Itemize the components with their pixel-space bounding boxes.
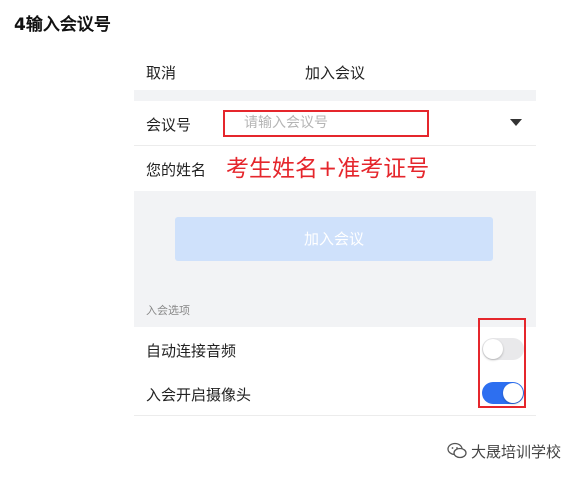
auto-audio-row: 自动连接音频: [134, 327, 536, 372]
auto-audio-toggle[interactable]: [482, 338, 524, 360]
name-label: 您的姓名: [146, 161, 207, 179]
join-meeting-button[interactable]: 加入会议: [175, 217, 493, 261]
nav-bar: 取消 加入会议: [134, 50, 536, 90]
toggle-knob: [483, 339, 503, 359]
join-meeting-panel: 取消 加入会议 会议号 您的姓名 考生姓名+准考证号 加入会议 入会选项 自动连…: [134, 50, 536, 416]
nav-title: 加入会议: [304, 64, 365, 82]
auto-audio-label: 自动连接音频: [146, 342, 237, 360]
camera-label: 入会开启摄像头: [146, 386, 252, 404]
options-section-title: 入会选项: [146, 304, 190, 317]
section-divider: [134, 90, 536, 101]
meeting-number-row: 会议号: [134, 101, 536, 146]
name-input[interactable]: 考生姓名+准考证号: [226, 149, 429, 183]
toggle-knob: [503, 383, 523, 403]
join-area: 加入会议 入会选项: [134, 191, 536, 327]
watermark: 大晟培训学校: [447, 441, 561, 464]
chevron-down-icon[interactable]: [510, 119, 522, 126]
watermark-text: 大晟培训学校: [471, 443, 562, 461]
wechat-icon: [447, 442, 467, 464]
page-heading: 4输入会议号: [14, 15, 111, 35]
name-row: 您的姓名 考生姓名+准考证号: [134, 146, 536, 190]
camera-row: 入会开启摄像头: [134, 371, 536, 416]
camera-toggle[interactable]: [482, 382, 524, 404]
meeting-number-input[interactable]: [242, 111, 426, 135]
meeting-number-label: 会议号: [146, 116, 192, 134]
